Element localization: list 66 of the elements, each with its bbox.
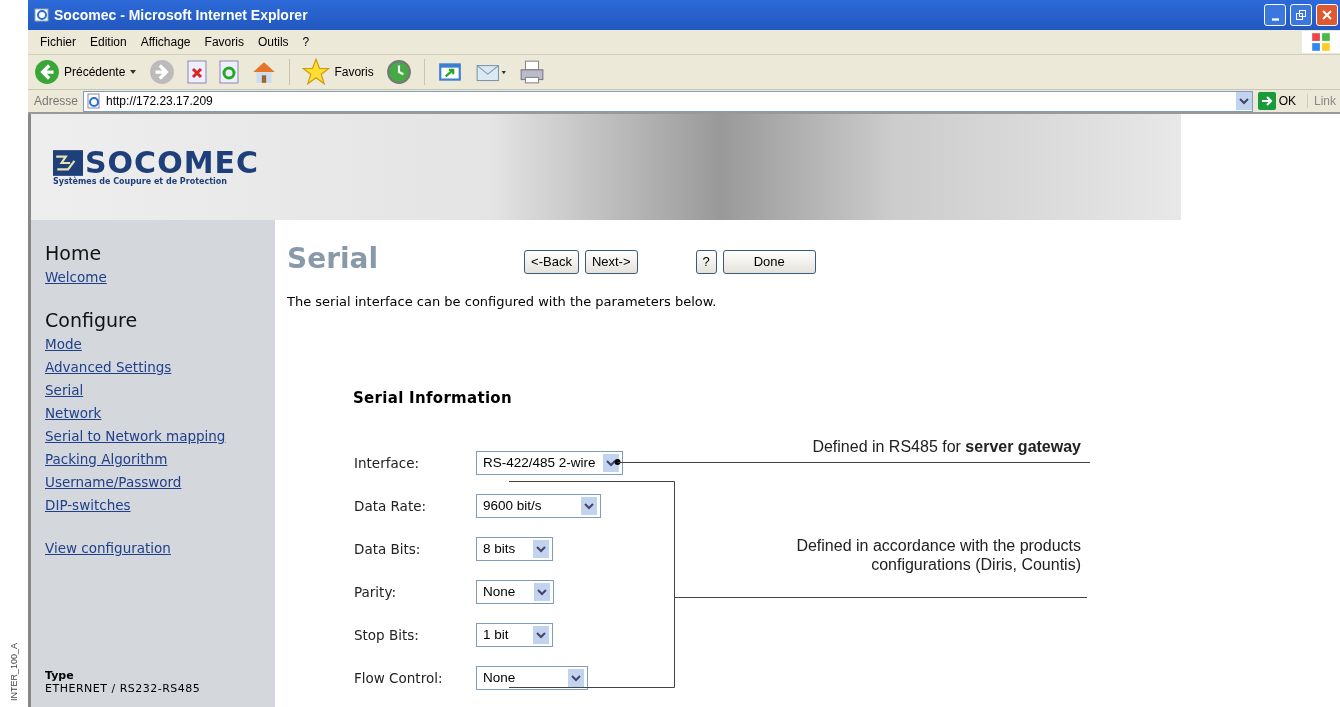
browser-back-button[interactable]: Précédente [34,59,138,85]
sidebar-heading: Configure [45,309,139,331]
sidebar-link[interactable]: Network [45,402,275,425]
select-field[interactable]: RS-422/485 2-wire [476,450,623,475]
sidebar-heading: Home [45,242,103,264]
page-title: Serial [287,242,379,275]
restore-icon [1295,9,1307,21]
history-icon[interactable] [385,59,412,85]
page-icon [86,93,103,109]
help-button[interactable]: ? [695,249,717,274]
address-label: Adresse [34,94,79,108]
menu-item[interactable]: Edition [90,35,127,49]
sidebar-link[interactable]: Username/Password [45,471,275,494]
sidebar-link[interactable]: View configuration [45,537,275,560]
select-field[interactable]: 1 bit [476,622,553,647]
sidebar-link[interactable]: Packing Algorithm [45,448,275,471]
intro-text: The serial interface can be configured with the parameters below. [287,295,718,309]
sidebar-link[interactable]: Advanced Settings [45,356,275,379]
star-icon [302,58,331,86]
menu-item[interactable]: Favoris [204,35,244,49]
browser-icon [34,7,50,23]
close-icon [1321,9,1333,21]
section-heading: Serial Information [353,389,513,407]
field-label: Flow Control: [354,669,444,686]
field-label: Data Bits: [354,540,422,557]
sidebar-link[interactable]: DIP-switches [45,494,275,517]
field-label: Interface: [354,454,420,471]
address-field[interactable]: http://172.23.17.209 [83,90,1253,112]
field-label: Data Rate: [354,497,428,514]
minimize-icon [1271,17,1279,21]
minimize-button[interactable] [1264,4,1286,26]
nav-button[interactable]: Next-> [584,249,638,274]
select-field[interactable]: 9600 bit/s [476,493,601,518]
menu-item[interactable]: Outils [257,35,289,49]
field-label: Parity: [354,583,397,600]
go-button[interactable]: OK [1257,92,1302,110]
info-value: ETHERNET / RS232-RS485 [45,682,202,695]
printer-icon[interactable] [518,59,545,85]
nav-button[interactable]: <-Back [524,249,579,274]
restore-button[interactable] [1290,4,1312,26]
select-field[interactable]: None [476,665,588,690]
sidebar-link[interactable]: Welcome [45,266,275,289]
refresh-icon[interactable] [219,60,240,84]
sidebar-link[interactable]: Serial [45,379,275,402]
window-title: Socomec - Microsoft Internet Explorer [54,7,308,23]
logo: SOCOMEC [85,148,259,177]
menu-item[interactable]: Affichage [140,35,191,49]
select-field[interactable]: None [476,579,554,604]
figure-label: INTER_100_A [9,642,19,701]
tagline: Systèmes de Coupure et de Protection [53,176,228,186]
close-button[interactable] [1316,4,1338,26]
favorites-button[interactable]: Favoris [302,58,374,86]
field-label: Stop Bits: [354,626,420,643]
info-label: Type [45,669,75,682]
stop-icon[interactable] [187,60,208,84]
sidebar-link[interactable]: Serial to Network mapping [45,425,275,448]
select-field[interactable]: 8 bits [476,536,553,561]
annotation: Defined in accordance with the products configurations (Diris, Countis) [795,536,1081,574]
logo-icon [53,149,83,176]
annotation: Defined in RS485 for server gateway [811,437,1081,456]
windows-logo-icon [1302,31,1340,53]
menu-item[interactable]: ? [302,35,310,49]
sidebar-link[interactable]: Mode [45,333,275,356]
caret-icon [129,68,138,76]
done-button[interactable]: Done [722,249,816,274]
menu-item[interactable]: Fichier [40,35,76,49]
